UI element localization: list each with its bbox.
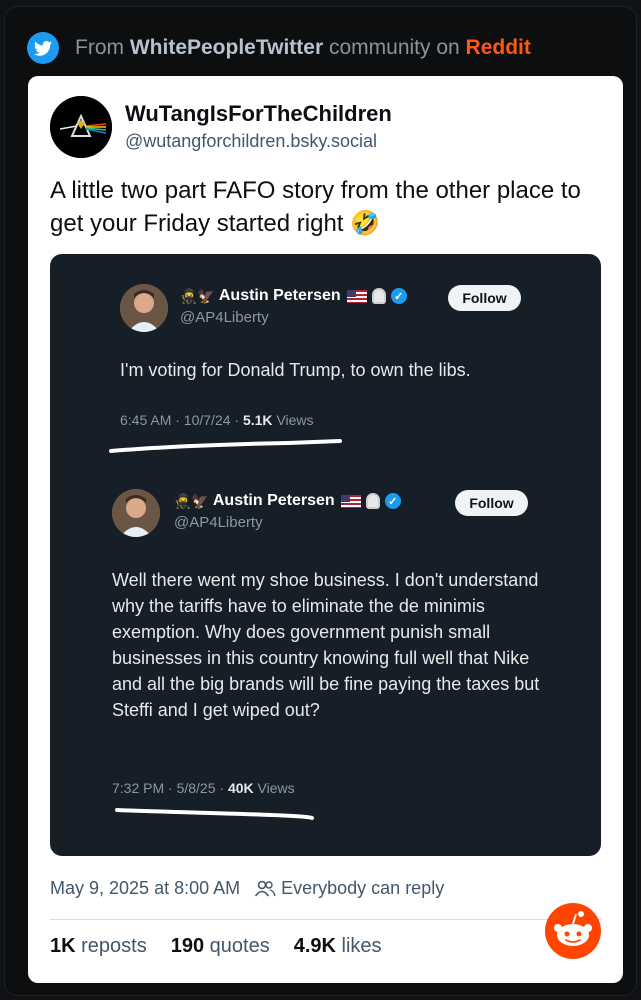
platform-link[interactable]: Reddit (466, 36, 531, 59)
divider (50, 919, 601, 920)
post-text: A little two part FAFO story from the ot… (50, 177, 581, 237)
author-handle[interactable]: @wutangforchildren.bsky.social (125, 129, 392, 153)
post-author[interactable]: WuTangIsForTheChildren @wutangforchildre… (50, 96, 392, 158)
tweet-meta: 7:32 PM · 5/8/25 · 40K Views (112, 780, 295, 796)
follow-button: Follow (448, 285, 521, 311)
post-meta-row: May 9, 2025 at 8:00 AM Everybody can rep… (50, 878, 444, 899)
tweet-name-row: 🥷🦅 Austin Petersen ✓ (180, 287, 407, 305)
tweet-text: I'm voting for Donald Trump, to own the … (120, 360, 471, 380)
quotes-count: 190 (170, 935, 205, 957)
community-link[interactable]: WhitePeopleTwitter (130, 36, 323, 59)
verified-badge-icon: ✓ (384, 493, 401, 509)
likes-stat[interactable]: 4.9K likes (294, 935, 382, 958)
tweet-avatar (120, 284, 168, 332)
follow-button: Follow (455, 490, 528, 516)
likes-count: 4.9K (293, 935, 336, 957)
tweet-views-label: Views (257, 780, 295, 796)
tweet-emojis: 🥷🦅 (174, 492, 209, 509)
source-prefix: From (75, 36, 124, 59)
tweet-meta: 6:45 AM · 10/7/24 · 5.1K Views (120, 412, 314, 428)
reposts-stat[interactable]: 1K reposts (50, 935, 147, 958)
reply-setting: Everybody can reply (281, 878, 445, 898)
tweet-timestamp: 6:45 AM · 10/7/24 · (120, 412, 243, 428)
tweet-author-name: Austin Petersen (218, 287, 341, 304)
tweet-timestamp: 7:32 PM · 5/8/25 · (112, 780, 228, 796)
tweet-avatar (112, 489, 160, 537)
reposts-label: reposts (81, 935, 147, 957)
verified-badge-icon: ✓ (390, 288, 407, 304)
reddit-logo-icon (545, 903, 601, 959)
post-card: WuTangIsForTheChildren @wutangforchildre… (28, 76, 623, 983)
karate-gi-icon (365, 493, 380, 509)
tweet-views-count: 40K (227, 780, 254, 796)
embedded-image[interactable]: 🥷🦅 Austin Petersen ✓ @AP4Liberty Follow … (50, 254, 601, 856)
screenshot-frame: From WhitePeopleTwitter community on Red… (4, 6, 637, 996)
twitter-bird-icon (27, 32, 59, 64)
source-text: From WhitePeopleTwitter community on Red… (75, 36, 531, 60)
author-name[interactable]: WuTangIsForTheChildren (125, 101, 392, 127)
quotes-stat[interactable]: 190 quotes (171, 935, 270, 958)
tweet-author-handle: @AP4Liberty (174, 514, 263, 531)
likes-label: likes (341, 935, 382, 957)
us-flag-icon (340, 494, 361, 508)
author-avatar[interactable] (50, 96, 112, 158)
quotes-label: quotes (209, 935, 270, 957)
us-flag-icon (346, 289, 367, 303)
tweet-emojis: 🥷🦅 (180, 287, 215, 304)
reposts-count: 1K (50, 935, 76, 957)
post-date[interactable]: May 9, 2025 at 8:00 AM (50, 878, 240, 899)
tweet-name-row: 🥷🦅 Austin Petersen ✓ (174, 492, 401, 510)
tweet-author-handle: @AP4Liberty (180, 309, 269, 326)
prism-logo-icon (50, 96, 112, 158)
handwritten-underline (109, 439, 342, 453)
tweet-text: Well there went my shoe business. I don'… (112, 570, 540, 720)
tweet-author-name: Austin Petersen (212, 492, 335, 509)
source-bar: From WhitePeopleTwitter community on Red… (27, 31, 531, 65)
handwritten-underline (115, 808, 314, 820)
tweet-views-label: Views (276, 412, 314, 428)
people-icon (254, 880, 276, 898)
engagement-stats: 1K reposts 190 quotes 4.9K likes (50, 935, 406, 958)
karate-gi-icon (371, 288, 386, 304)
tweet-views-count: 5.1K (242, 412, 273, 428)
source-middle: community on (328, 36, 460, 59)
